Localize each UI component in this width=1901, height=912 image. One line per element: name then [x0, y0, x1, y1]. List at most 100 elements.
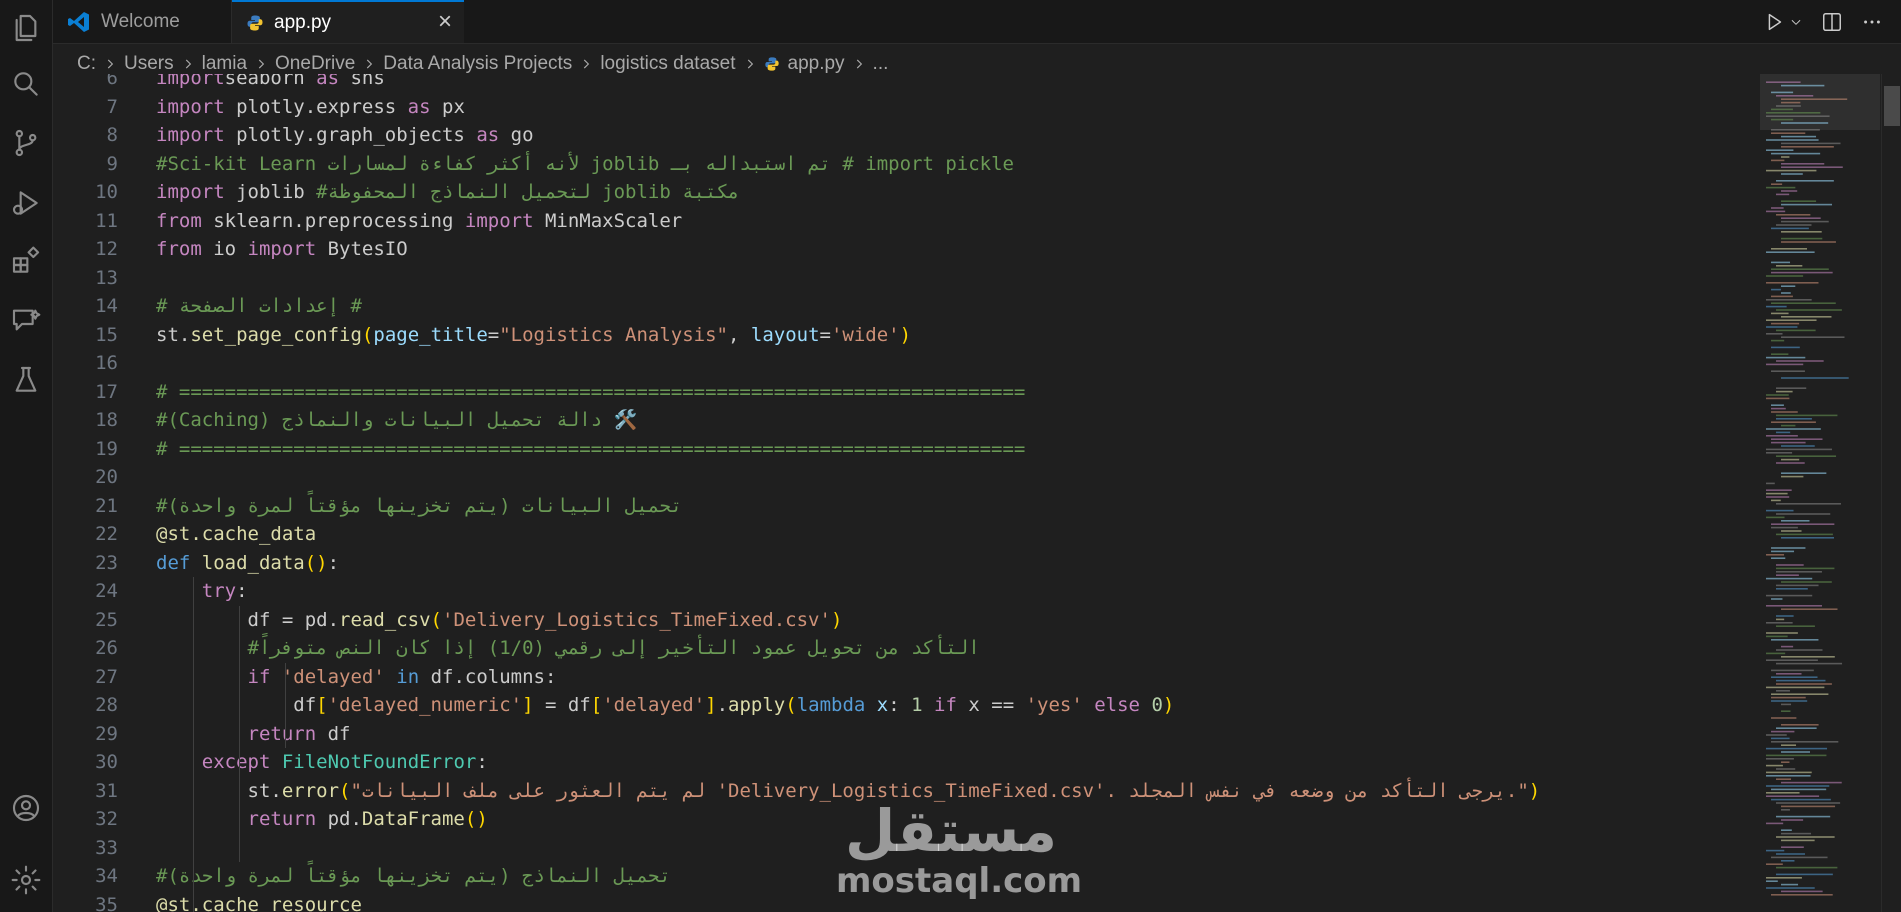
settings-gear-icon[interactable] — [0, 852, 52, 908]
files-icon[interactable] — [0, 0, 52, 56]
code-line[interactable]: 8 import plotly.graph_objects as go — [53, 121, 1753, 150]
minimap-line — [1766, 210, 1786, 213]
minimap-line — [1776, 615, 1794, 617]
minimap-line — [1771, 346, 1800, 349]
minimap-line — [1781, 173, 1803, 175]
code-line[interactable]: 22 @st.cache_data — [53, 520, 1753, 549]
minimap-line — [1781, 285, 1796, 287]
code-token: from — [156, 238, 202, 260]
breadcrumb-item[interactable]: logistics dataset — [600, 53, 735, 75]
code-line[interactable]: 19 # ====================================… — [53, 435, 1753, 464]
code-line[interactable]: 18 #(Caching) دالة تحميل البيانات والنماذ… — [53, 406, 1753, 435]
minimap-line — [1771, 737, 1790, 740]
code-line[interactable]: 16 — [53, 349, 1753, 378]
code-token: = — [819, 323, 831, 346]
search-icon[interactable] — [0, 56, 52, 112]
code-line[interactable]: 13 — [53, 264, 1753, 293]
minimap-line — [1766, 139, 1819, 141]
minimap-line — [1771, 302, 1836, 304]
minimap-line — [1766, 509, 1794, 512]
line-number: 9 — [106, 152, 118, 175]
code-token: st. — [156, 779, 282, 802]
code-line[interactable]: 23 def load_data(): — [53, 549, 1753, 578]
scrollbar-thumb[interactable] — [1884, 86, 1900, 126]
code-token: plotly.graph_objects — [224, 124, 477, 146]
code-token: = df — [533, 694, 591, 716]
minimap-line — [1771, 108, 1793, 111]
testing-icon[interactable] — [0, 352, 52, 408]
code-line[interactable]: 11 from sklearn.preprocessing import MinM… — [53, 207, 1753, 236]
code-line[interactable]: 9 #Sci-kit Learn لأنه أكثر كفاءة لمسارات … — [53, 150, 1753, 179]
source-control-icon[interactable] — [0, 115, 52, 171]
close-tab-icon[interactable]: × — [438, 10, 452, 34]
run-debug-icon[interactable] — [0, 175, 52, 231]
code-line[interactable]: 30 except FileNotFoundError: — [53, 748, 1753, 777]
minimap-line — [1771, 730, 1795, 733]
code-line[interactable]: 6 importseaborn as sns — [53, 74, 1753, 93]
minimap-line — [1776, 815, 1831, 818]
minimap-line — [1771, 550, 1795, 553]
vscode-logo-icon — [67, 10, 91, 34]
breadcrumb-item[interactable]: lamia — [202, 53, 247, 75]
minimap-line — [1766, 496, 1790, 498]
chat-icon[interactable] — [0, 292, 52, 348]
code-token: #(Caching) دالة تحميل البيانات والنماذج … — [156, 409, 638, 431]
line-number: 33 — [95, 836, 118, 859]
tab-welcome[interactable]: Welcome — [53, 0, 232, 43]
breadcrumb-item[interactable]: ... — [873, 53, 889, 75]
code-line[interactable]: 29 return df — [53, 720, 1753, 749]
code-token: df — [316, 722, 351, 745]
code-line[interactable]: 26 #التأكد من تحويل عمود التأخير إلى رقم… — [53, 634, 1753, 663]
account-icon[interactable] — [0, 780, 52, 836]
code-line[interactable]: 17 # ====================================… — [53, 378, 1753, 407]
code-line[interactable]: 28 df['delayed_numeric'] = df['delayed']… — [53, 691, 1753, 720]
tab-app-py[interactable]: app.py × — [232, 0, 464, 43]
code-line[interactable]: 12 from io import BytesIO — [53, 235, 1753, 264]
code-line[interactable]: 24 try: — [53, 577, 1753, 606]
code-line[interactable]: 27 if 'delayed' in df.columns: — [53, 663, 1753, 692]
code-text: #التأكد من تحويل عمود التأخير إلى رقمي (… — [156, 634, 980, 663]
code-line[interactable]: 14 # إعدادات الصفحة # — [53, 292, 1753, 321]
line-number: 20 — [95, 466, 118, 488]
code-text: df = pd.read_csv('Delivery_Logistics_Tim… — [156, 606, 843, 635]
breadcrumb-item[interactable]: Users — [124, 53, 174, 75]
minimap-line — [1771, 159, 1785, 162]
breadcrumb-item[interactable]: Data Analysis Projects — [383, 53, 572, 75]
code-line[interactable]: 7 import plotly.express as px — [53, 93, 1753, 122]
run-python-file-icon[interactable] — [1763, 11, 1803, 33]
minimap-line — [1776, 673, 1802, 675]
minimap-line — [1776, 625, 1815, 627]
breadcrumb-item[interactable]: OneDrive — [275, 53, 355, 75]
code-editor[interactable]: 6 importseaborn as sns 7 import plotly.expr… — [53, 74, 1759, 912]
code-line[interactable]: 25 df = pd.read_csv('Delivery_Logistics_… — [53, 606, 1753, 635]
minimap-line — [1781, 645, 1794, 648]
code-token: : — [888, 694, 912, 716]
minimap-line — [1781, 220, 1829, 223]
minimap-line — [1766, 112, 1821, 114]
split-editor-icon[interactable] — [1821, 11, 1843, 33]
code-text: from sklearn.preprocessing import MinMax… — [156, 207, 682, 236]
code-line[interactable]: 15 st.set_page_config(page_title="Logisti… — [53, 321, 1753, 350]
minimap-line — [1776, 462, 1805, 464]
minimap-line — [1776, 214, 1811, 216]
vertical-scrollbar[interactable] — [1881, 74, 1901, 912]
minimap-line — [1766, 319, 1817, 321]
code-line[interactable]: 21 #تحميل البيانات (يتم تخزينها مؤقتاً لم… — [53, 492, 1753, 521]
code-line[interactable]: 20 — [53, 463, 1753, 492]
minimap-line — [1766, 428, 1821, 430]
code-token: 'delayed' — [281, 665, 385, 688]
minimap-line — [1781, 84, 1825, 87]
minimap-line — [1781, 724, 1819, 726]
line-number: 34 — [95, 865, 118, 887]
minimap-line — [1771, 295, 1793, 298]
extensions-icon[interactable] — [0, 233, 52, 289]
code-line[interactable]: 10 import joblib #لتحميل النماذج المحفوظة… — [53, 178, 1753, 207]
minimap-line — [1776, 533, 1833, 536]
more-actions-icon[interactable] — [1861, 11, 1883, 33]
breadcrumb-item[interactable]: C: — [77, 53, 96, 75]
breadcrumb-item[interactable]: app.py — [788, 53, 845, 75]
minimap[interactable] — [1760, 74, 1880, 912]
